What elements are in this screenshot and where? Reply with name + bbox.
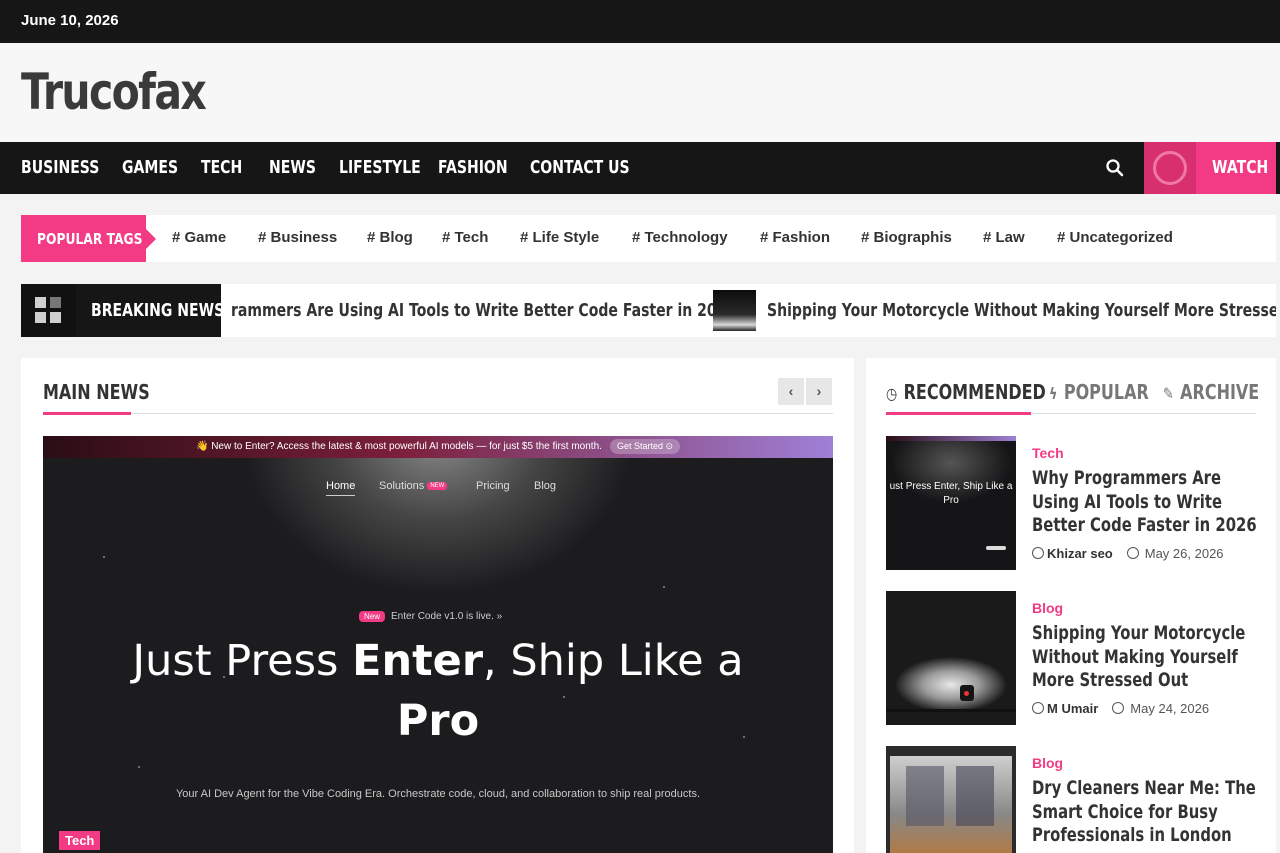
bolt-icon: ϟ (1049, 384, 1058, 403)
post-category[interactable]: Blog (1032, 600, 1063, 616)
hero-headline: Just Press Enter, Ship Like a (132, 636, 744, 686)
grid-icon (21, 284, 76, 337)
news-ticker: rammers Are Using AI Tools to Write Bett… (221, 284, 1276, 337)
breaking-news-bar: BREAKING NEWS rammers Are Using AI Tools… (21, 284, 1276, 337)
main-news-section: MAIN NEWS ‹ › 👋 New to Enter? Access the… (21, 358, 854, 853)
main-news-title: MAIN NEWS (43, 380, 150, 404)
tag-business[interactable]: # Business (258, 229, 337, 246)
hero-nav-pricing: Pricing (476, 480, 510, 492)
site-logo[interactable]: Trucofax (21, 63, 207, 121)
post-meta: M Umair May 24, 2026 (1032, 701, 1209, 716)
tag-tech[interactable]: # Tech (442, 229, 488, 246)
category-badge[interactable]: Tech (59, 831, 101, 850)
tag-technology[interactable]: # Technology (632, 229, 728, 246)
tag-game[interactable]: # Game (172, 229, 226, 246)
prev-slide-button[interactable]: ‹ (778, 378, 804, 405)
clock-icon: ◷ (886, 384, 898, 403)
post-thumbnail[interactable] (886, 746, 1016, 853)
post-title[interactable]: Why Programmers Are Using AI Tools to Wr… (1032, 467, 1266, 538)
popular-tags-bar: POPULAR TAGS # Game # Business # Blog # … (21, 215, 1276, 262)
hero-subtitle: Your AI Dev Agent for the Vibe Coding Er… (175, 788, 701, 800)
nav-item-news[interactable]: NEWS (269, 157, 316, 178)
post-author[interactable]: M Umair (1047, 701, 1098, 716)
ticker-thumbnail[interactable] (713, 290, 756, 331)
hero-nav-home: Home (326, 480, 356, 496)
get-started-pill: Get Started ⊙ (609, 439, 681, 454)
pencil-icon: ✎ (1163, 384, 1174, 403)
watch-label: WATCH (1212, 157, 1269, 178)
post-author[interactable]: Khizar seo (1047, 546, 1113, 561)
tab-archive[interactable]: ✎ ARCHIVE (1163, 380, 1259, 404)
nav-item-lifestyle[interactable]: LIFESTYLE (339, 157, 421, 178)
post-date: May 24, 2026 (1130, 701, 1210, 716)
announcement-pill: New Enter Code v1.0 is live. » (359, 611, 502, 622)
clock-icon (1126, 547, 1139, 559)
main-nav: BUSINESS GAMES TECH NEWS LIFESTYLE FASHI… (0, 142, 1280, 194)
current-date: June 10, 2026 (21, 12, 119, 29)
hero-headline-line2: Pro (396, 696, 480, 746)
nav-item-fashion[interactable]: FASHION (438, 157, 508, 178)
promo-banner: 👋 New to Enter? Access the latest & most… (43, 436, 833, 458)
tag-fashion[interactable]: # Fashion (760, 229, 830, 246)
tag-life-style[interactable]: # Life Style (520, 229, 599, 246)
tab-popular[interactable]: ϟ POPULAR (1049, 380, 1149, 404)
post-date: May 26, 2026 (1144, 546, 1224, 561)
site-header: Trucofax (0, 43, 1280, 142)
record-icon (1153, 151, 1187, 185)
watch-button[interactable]: WATCH (1144, 142, 1276, 194)
next-slide-button[interactable]: › (806, 378, 832, 405)
tab-recommended[interactable]: ◷ RECOMMENDED (886, 380, 1046, 404)
post-thumbnail[interactable]: ust Press Enter, Ship Like a Pro (886, 436, 1016, 570)
tag-uncategorized[interactable]: # Uncategorized (1057, 229, 1173, 246)
tag-biographis[interactable]: # Biographis (861, 229, 952, 246)
post-category[interactable]: Tech (1032, 445, 1064, 461)
post-category[interactable]: Blog (1032, 755, 1063, 771)
breaking-news-label: BREAKING NEWS (21, 284, 224, 337)
nav-item-contact-us[interactable]: CONTACT US (530, 157, 630, 178)
post-title[interactable]: Shipping Your Motorcycle Without Making … (1032, 622, 1266, 693)
user-icon (1032, 702, 1044, 714)
sidebar-tabs-section: ◷ RECOMMENDED ϟ POPULAR ✎ ARCHIVE ust Press… (866, 358, 1276, 853)
tag-law[interactable]: # Law (983, 229, 1025, 246)
hero-nav-blog: Blog (534, 480, 557, 492)
nav-item-business[interactable]: BUSINESS (21, 157, 99, 178)
ticker-item[interactable]: Shipping Your Motorcycle Without Making … (767, 300, 1276, 321)
user-icon (1032, 547, 1044, 559)
top-bar: June 10, 2026 (0, 0, 1280, 43)
featured-image[interactable]: 👋 New to Enter? Access the latest & most… (43, 436, 833, 853)
popular-tags-label: POPULAR TAGS (21, 215, 156, 262)
post-title[interactable]: Dry Cleaners Near Me: The Smart Choice f… (1032, 777, 1266, 848)
ticker-item[interactable]: rammers Are Using AI Tools to Write Bett… (231, 300, 736, 321)
nav-item-games[interactable]: GAMES (122, 157, 178, 178)
search-icon (1106, 159, 1124, 177)
hero-nav-solutions: Solutions NEW (379, 480, 448, 492)
post-thumbnail[interactable] (886, 591, 1016, 725)
search-button[interactable] (1103, 156, 1127, 180)
tag-blog[interactable]: # Blog (367, 229, 413, 246)
nav-item-tech[interactable]: TECH (201, 157, 242, 178)
clock-icon (1112, 702, 1125, 714)
post-meta: Khizar seo May 26, 2026 (1032, 546, 1224, 561)
